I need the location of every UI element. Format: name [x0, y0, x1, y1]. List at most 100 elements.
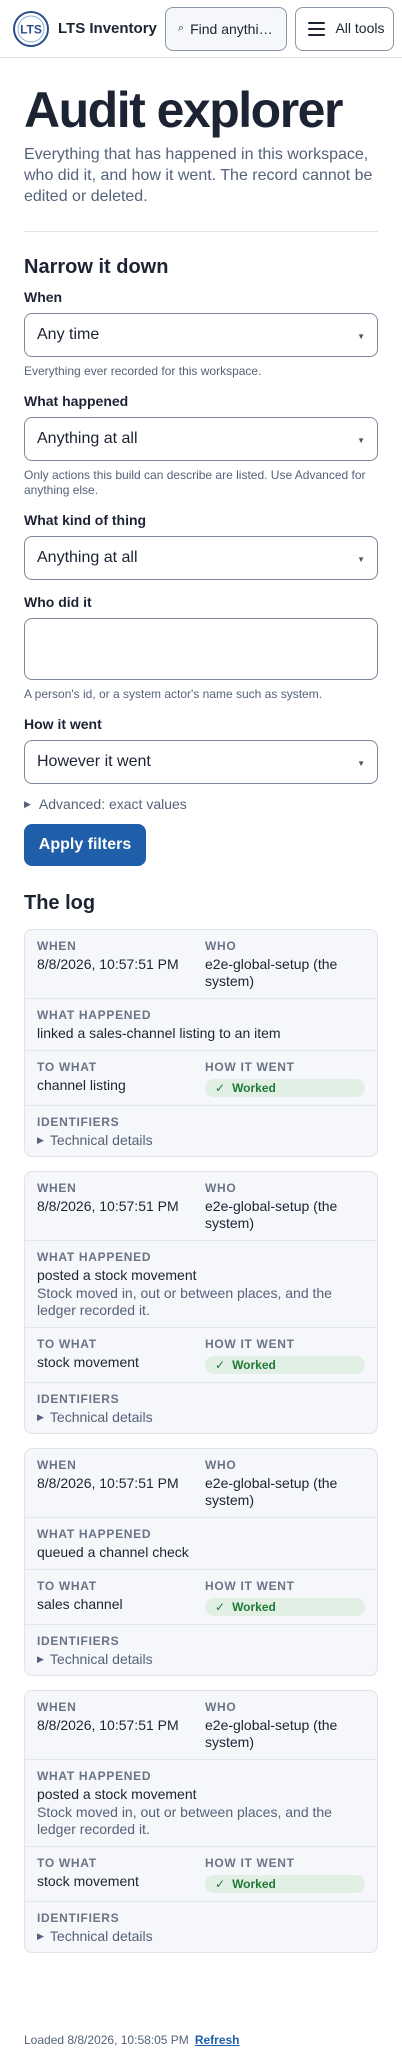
logo-icon: LTS: [13, 10, 49, 47]
advanced-label: Advanced: exact values: [38, 796, 187, 812]
entry-meta: WHEN 8/8/2026, 10:57:51 PM WHO e2e-globa…: [25, 1449, 377, 1518]
who-label: Who did it: [24, 594, 92, 610]
brand-name[interactable]: LTS Inventory: [58, 20, 157, 37]
technical-details-label: Technical details: [49, 1928, 153, 1944]
filters-heading: Narrow it down: [24, 256, 169, 278]
entry-identifiers: IDENTIFIERS ▶ Technical details: [25, 1625, 377, 1675]
entry-meta: WHEN 8/8/2026, 10:57:51 PM WHO e2e-globa…: [25, 930, 377, 999]
entry-meta: WHEN 8/8/2026, 10:57:51 PM WHO e2e-globa…: [25, 1172, 377, 1241]
what-filter: What happened Anything at all ▼ Only act…: [24, 393, 378, 498]
entry-target-status: TO WHAT stock movement HOW IT WENT ✓ Work…: [25, 1328, 377, 1383]
kind-label: What kind of thing: [24, 512, 147, 528]
log-entry: WHEN 8/8/2026, 10:57:51 PM WHO e2e-globa…: [24, 1171, 378, 1434]
who-key: WHO: [205, 939, 237, 953]
outcome-filter: How it went However it went ▼: [24, 716, 378, 784]
chevron-down-icon: ▼: [357, 555, 365, 564]
how-key: HOW IT WENT: [205, 1856, 295, 1870]
check-icon: ✓: [215, 1081, 226, 1095]
entry-target-status: TO WHAT sales channel HOW IT WENT ✓ Worke…: [25, 1570, 377, 1625]
entry-when: 8/8/2026, 10:57:51 PM: [37, 956, 179, 972]
entry-target: channel listing: [37, 1077, 126, 1093]
identifiers-key: IDENTIFIERS: [37, 1634, 120, 1648]
how-key: HOW IT WENT: [205, 1060, 295, 1074]
to-what-key: TO WHAT: [37, 1337, 97, 1351]
to-what-key: TO WHAT: [37, 1856, 97, 1870]
technical-details-label: Technical details: [49, 1409, 153, 1425]
outcome-value: However it went: [37, 753, 151, 770]
entry-what: WHAT HAPPENED queued a channel check: [25, 1518, 377, 1570]
outcome-label: How it went: [24, 716, 102, 732]
who-input[interactable]: [24, 618, 378, 680]
filters-section: Narrow it down When Any time ▼ Everythin…: [24, 256, 378, 866]
kind-filter: What kind of thing Anything at all ▼: [24, 512, 378, 580]
what-key: WHAT HAPPENED: [37, 1527, 152, 1541]
to-what-key: TO WHAT: [37, 1060, 97, 1074]
search-button[interactable]: ⌕ Find anything…: [164, 6, 287, 51]
what-hint: Only actions this build can describe are…: [24, 468, 366, 497]
entry-target: stock movement: [37, 1354, 139, 1370]
what-select[interactable]: Anything at all ▼: [24, 417, 378, 461]
to-what-key: TO WHAT: [37, 1579, 97, 1593]
entry-target-status: TO WHAT stock movement HOW IT WENT ✓ Work…: [25, 1847, 377, 1902]
outcome-select[interactable]: However it went ▼: [24, 740, 378, 784]
divider: [24, 231, 378, 232]
how-key: HOW IT WENT: [205, 1337, 295, 1351]
what-value: Anything at all: [37, 430, 138, 447]
brand-logo[interactable]: LTS: [12, 10, 50, 48]
disclosure-triangle-icon: ▶: [37, 1411, 44, 1422]
kind-value: Anything at all: [37, 549, 138, 566]
status-text: Worked: [232, 1600, 276, 1614]
main-content: Audit explorer Everything that has happe…: [0, 82, 402, 1953]
what-key: WHAT HAPPENED: [37, 1250, 152, 1264]
what-key: WHAT HAPPENED: [37, 1008, 152, 1022]
entry-identifiers: IDENTIFIERS ▶ Technical details: [25, 1383, 377, 1433]
all-tools-button[interactable]: All tools: [294, 6, 394, 51]
when-label: When: [24, 289, 63, 305]
entry-who: e2e-global-setup (the system): [205, 1475, 338, 1508]
status-text: Worked: [232, 1081, 276, 1095]
technical-details-toggle[interactable]: ▶ Technical details: [37, 1132, 365, 1148]
menu-icon: [307, 21, 325, 36]
when-key: WHEN: [37, 939, 77, 953]
disclosure-triangle-icon: ▶: [37, 1653, 44, 1664]
chevron-down-icon: ▼: [357, 759, 365, 768]
who-key: WHO: [205, 1700, 237, 1714]
entry-target: sales channel: [37, 1596, 123, 1612]
entry-who: e2e-global-setup (the system): [205, 1717, 338, 1750]
log-entry: WHEN 8/8/2026, 10:57:51 PM WHO e2e-globa…: [24, 1690, 378, 1953]
advanced-toggle[interactable]: ▶ Advanced: exact values: [24, 796, 378, 812]
entry-target-status: TO WHAT channel listing HOW IT WENT ✓ Wor…: [25, 1051, 377, 1106]
log-heading: The log: [24, 892, 96, 914]
identifiers-key: IDENTIFIERS: [37, 1115, 120, 1129]
when-key: WHEN: [37, 1181, 77, 1195]
who-key: WHO: [205, 1458, 237, 1472]
kind-select[interactable]: Anything at all ▼: [24, 536, 378, 580]
check-icon: ✓: [215, 1358, 226, 1372]
search-label: Find anything…: [190, 20, 280, 37]
when-select[interactable]: Any time ▼: [24, 313, 378, 357]
chevron-down-icon: ▼: [357, 436, 365, 445]
status-badge: ✓ Worked: [205, 1598, 365, 1616]
refresh-link[interactable]: Refresh: [195, 2033, 240, 2047]
entry-what: WHAT HAPPENED posted a stock movement St…: [25, 1241, 377, 1328]
what-key: WHAT HAPPENED: [37, 1769, 152, 1783]
all-tools-label: All tools: [335, 20, 385, 36]
entry-identifiers: IDENTIFIERS ▶ Technical details: [25, 1106, 377, 1156]
who-hint: A person's id, or a system actor's name …: [24, 687, 323, 701]
technical-details-toggle[interactable]: ▶ Technical details: [37, 1928, 365, 1944]
identifiers-key: IDENTIFIERS: [37, 1911, 120, 1925]
when-key: WHEN: [37, 1700, 77, 1714]
technical-details-toggle[interactable]: ▶ Technical details: [37, 1409, 365, 1425]
log-section: The log WHEN 8/8/2026, 10:57:51 PM WHO e…: [24, 892, 378, 1953]
entry-target: stock movement: [37, 1873, 139, 1889]
technical-details-toggle[interactable]: ▶ Technical details: [37, 1651, 365, 1667]
disclosure-triangle-icon: ▶: [37, 1134, 44, 1145]
apply-filters-button[interactable]: Apply filters: [24, 824, 146, 866]
chevron-down-icon: ▼: [357, 332, 365, 341]
top-bar: LTS LTS Inventory ⌕ Find anything… All t…: [0, 0, 402, 58]
status-text: Worked: [232, 1358, 276, 1372]
when-hint: Everything ever recorded for this worksp…: [24, 364, 262, 378]
who-filter: Who did it A person's id, or a system ac…: [24, 594, 378, 702]
page-description: Everything that has happened in this wor…: [24, 146, 373, 205]
check-icon: ✓: [215, 1877, 226, 1891]
